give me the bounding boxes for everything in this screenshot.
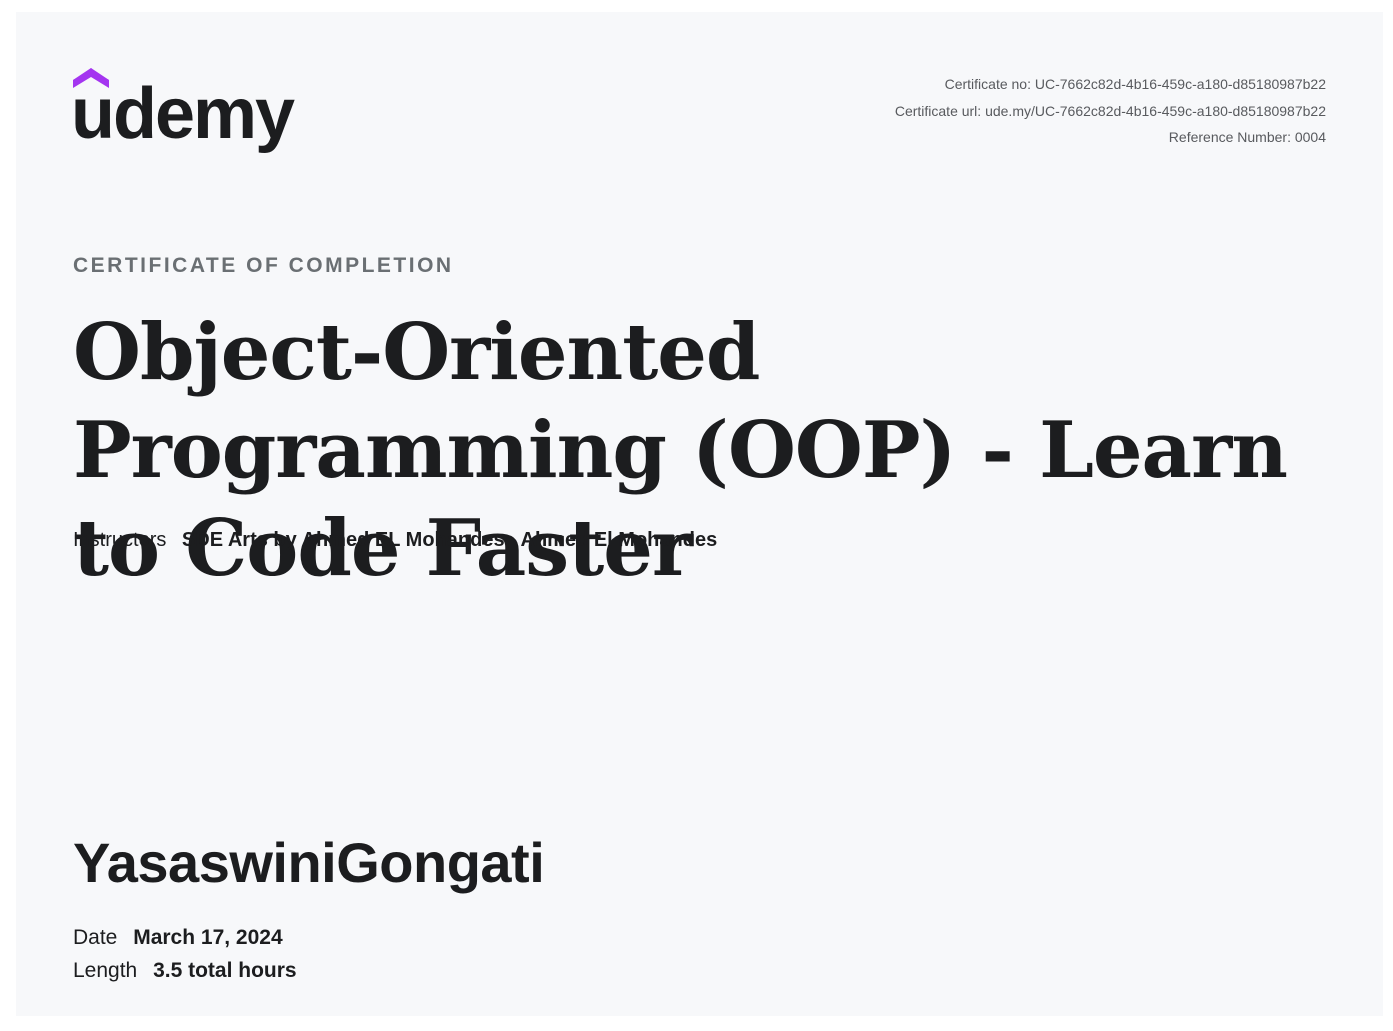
length-label: Length (73, 959, 138, 982)
date-row: Date March 17, 2024 (73, 926, 283, 950)
certificate: udemy Certificate no: UC-7662c82d-4b16-4… (16, 12, 1383, 1016)
instructors: Instructors SDE Arts by Ahmed EL Mohande… (73, 529, 717, 552)
reference-number: Reference Number: 0004 (1168, 129, 1326, 145)
certificate-heading: CERTIFICATE OF COMPLETION (73, 254, 454, 277)
date-label: Date (73, 926, 118, 949)
course-title: Object-Oriented Programming (OOP) - Lear… (73, 307, 1288, 594)
length-row: Length 3.5 total hours (73, 959, 297, 983)
certificate-url[interactable]: Certificate url: ude.my/UC-7662c82d-4b16… (895, 98, 1326, 125)
svg-text:udemy: udemy (73, 74, 295, 154)
date-value: March 17, 2024 (133, 926, 283, 949)
instructors-label: Instructors (73, 529, 167, 551)
udemy-logo: udemy (73, 68, 313, 158)
certificate-number: Certificate no: UC-7662c82d-4b16-459c-a1… (944, 76, 1326, 92)
length-value: 3.5 total hours (153, 959, 297, 982)
instructors-value: SDE Arts by Ahmed EL Mohandes, Ahmed El … (181, 529, 718, 551)
student-name: YasaswiniGongati (73, 831, 545, 894)
certificate-meta: Certificate no: UC-7662c82d-4b16-459c-a1… (895, 71, 1326, 151)
